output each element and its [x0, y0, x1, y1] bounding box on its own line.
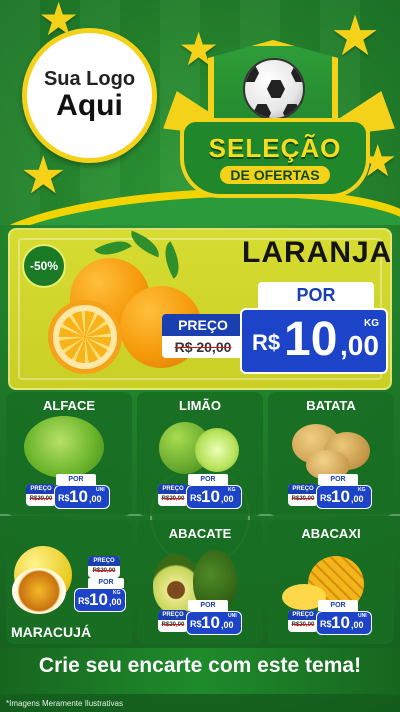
currency: R$ [190, 493, 202, 503]
preco-label: PREÇO [88, 556, 120, 566]
hero-por-label: POR [258, 282, 374, 308]
disclaimer: *Imagens Meramente Ilustrativas [6, 699, 123, 708]
old-price: R$20,00 [161, 496, 185, 502]
unit: UNI [96, 487, 105, 493]
price-int: 10 [201, 613, 220, 632]
logo-placeholder: Sua Logo Aqui [22, 28, 157, 163]
currency: R$ [58, 493, 70, 503]
por-label: POR [318, 474, 358, 485]
price-tag: R$ 10 ,00 KG [316, 485, 372, 509]
preco-tag: PREÇO R$20,00 [158, 610, 188, 632]
product-price-tag: POR PREÇO R$20,00 R$ 10 ,00 KG [158, 474, 242, 510]
hero-price-dec: ,00 [340, 330, 379, 361]
badge-ribbon: SELEÇÃO DE OFERTAS [180, 118, 370, 198]
preco-label: PREÇO [288, 484, 318, 494]
unit: UNI [228, 613, 237, 619]
por-label: POR [88, 578, 124, 588]
por-label: POR [318, 600, 358, 611]
por-label: POR [56, 474, 96, 485]
old-price: R$20,00 [161, 622, 185, 628]
price-int: 10 [331, 613, 350, 632]
product-price-tag: POR PREÇO R$20,00 R$ 10 ,00 UNI [26, 474, 110, 510]
product-name: MARACUJÁ [10, 624, 92, 640]
lettuce-image [24, 416, 104, 478]
price-tag: R$ 10 ,00 UNI [316, 611, 372, 635]
passion-fruit-half-image [12, 568, 66, 614]
price-tag: R$ 10 ,00 UNI [186, 611, 242, 635]
hero-unit: KG [364, 318, 379, 329]
product-price-tag: POR PREÇO R$20,00 R$ 10 ,00 KG [288, 474, 372, 510]
product-price-tag: POR PREÇO R$20,00 R$ 10 ,00 UNI [158, 600, 242, 636]
price-dec: ,00 [221, 494, 234, 504]
unit: KG [358, 487, 366, 493]
preco-label: PREÇO [288, 610, 318, 620]
price-tag: R$ 10 ,00 KG [186, 485, 242, 509]
price-int: 10 [89, 590, 108, 609]
currency: R$ [320, 619, 332, 629]
old-price: R$20,00 [291, 622, 315, 628]
price-int: 10 [331, 487, 350, 506]
product-name: ABACAXI [301, 526, 361, 541]
product-name: BATATA [306, 398, 356, 413]
badge-subtitle: DE OFERTAS [220, 165, 330, 184]
product-name: LIMÃO [179, 398, 221, 413]
old-price: R$20,00 [291, 496, 315, 502]
currency: R$ [320, 493, 332, 503]
logo-text-line1: Sua Logo [43, 68, 136, 90]
unit: KG [113, 590, 121, 596]
product-name: ABACATE [168, 526, 232, 541]
flyer-page: ★ ★ ★ ★ ★ ★ Sua Logo Aqui SELEÇÃO DE O [0, 0, 400, 712]
currency: R$ [190, 619, 202, 629]
por-label: POR [188, 600, 228, 611]
por-label: POR [188, 474, 228, 485]
price-dec: ,00 [351, 620, 364, 630]
unit: KG [228, 487, 236, 493]
logo-text-line2: Aqui [56, 89, 123, 122]
hero-preco-label: PREÇO [162, 314, 244, 336]
old-price: R$20,00 [92, 568, 116, 574]
old-price: R$20,00 [29, 496, 53, 502]
preco-label: PREÇO [26, 484, 56, 494]
preco-label: PREÇO [158, 610, 188, 620]
product-name: ALFACE [43, 398, 95, 413]
star-icon: ★ [20, 147, 67, 205]
soccer-ball-icon [243, 58, 305, 120]
lime-image [195, 428, 239, 472]
product-price-tag: PREÇO R$20,00 POR R$ 10 ,00 KG [74, 556, 164, 612]
preco-tag: PREÇO R$20,00 [26, 484, 56, 506]
currency: R$ [78, 596, 90, 606]
hero-price-int: 10 [284, 313, 338, 366]
unit: UNI [358, 613, 367, 619]
preco-tag: PREÇO R$20,00 [288, 610, 318, 632]
price-dec: ,00 [221, 620, 234, 630]
price-int: 10 [201, 487, 220, 506]
discount-badge: -50% [22, 244, 66, 288]
footer-cta: Crie seu encarte com este tema! [38, 654, 362, 677]
header: ★ ★ ★ ★ ★ ★ Sua Logo Aqui SELEÇÃO DE O [0, 0, 400, 225]
price-dec: ,00 [89, 494, 102, 504]
hero-price-tag: R$ 10 ,00 KG [240, 308, 388, 374]
hero-old-price: R$ 20,00 [174, 339, 232, 355]
hero-currency: R$ [252, 330, 281, 355]
price-dec: ,00 [109, 597, 122, 607]
hero-old-price-tag: PREÇO R$ 20,00 [162, 314, 244, 358]
preco-label: PREÇO [158, 484, 188, 494]
hero-offer: -50% LARANJA POR PREÇO R$ 20,00 R$ 10 ,0… [8, 228, 392, 390]
hero-product-name: LARANJA [242, 236, 392, 269]
orange-half-image [48, 300, 122, 374]
preco-tag: PREÇO R$20,00 [288, 484, 318, 506]
price-tag: R$ 10 ,00 KG [74, 588, 126, 612]
badge-title: SELEÇÃO [208, 132, 342, 163]
price-tag: R$ 10 ,00 UNI [54, 485, 110, 509]
price-dec: ,00 [351, 494, 364, 504]
preco-tag: PREÇO R$20,00 [158, 484, 188, 506]
price-int: 10 [69, 487, 88, 506]
product-price-tag: POR PREÇO R$20,00 R$ 10 ,00 UNI [288, 600, 372, 636]
preco-tag: PREÇO R$20,00 [88, 556, 120, 578]
offers-badge: SELEÇÃO DE OFERTAS [180, 40, 380, 205]
